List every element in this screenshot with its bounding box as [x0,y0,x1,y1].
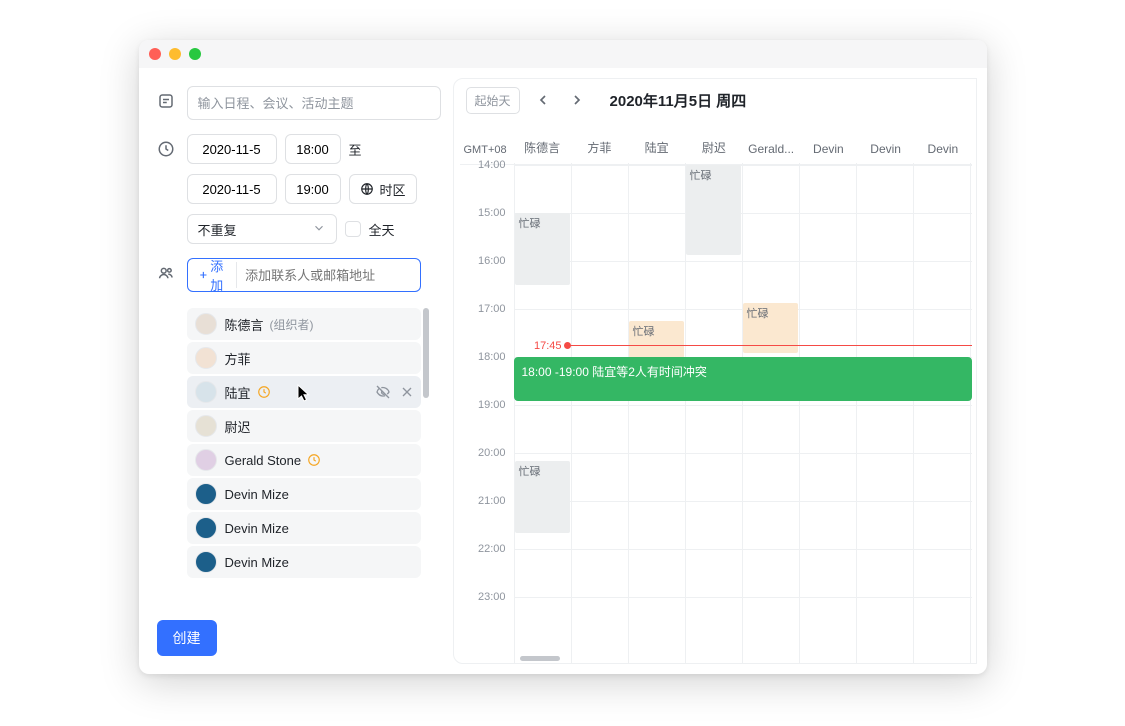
allday-label: 全天 [369,220,395,239]
create-button[interactable]: 创建 [157,620,217,656]
person-item[interactable]: 尉迟 [187,410,421,442]
avatar [195,381,217,403]
hour-label: 14:00 [478,159,506,171]
to-label: 至 [349,140,362,159]
person-name: Devin Mize [225,487,289,502]
person-item[interactable]: Devin Mize [187,546,421,578]
clock-icon [157,140,175,158]
add-contact-button[interactable]: 添加 [192,262,238,288]
avatar [195,449,217,471]
start-day-button[interactable]: 起始天 [466,87,520,114]
person-item[interactable]: Gerald Stone [187,444,421,476]
calendar-date-title: 2020年11月5日 周四 [610,90,747,111]
timezone-button[interactable]: 时区 [349,174,417,204]
remove-icon[interactable] [399,384,415,400]
busy-block: 忙碌 [515,461,570,533]
person-item[interactable]: 陆宜 [187,376,421,408]
hour-label: 20:00 [478,447,506,459]
horizontal-scrollbar[interactable] [520,656,560,661]
people-scrollbar[interactable] [423,308,429,398]
prev-day-button[interactable] [532,89,554,111]
person-item[interactable]: Devin Mize [187,478,421,510]
subject-icon [157,92,175,110]
window-zoom-button[interactable] [189,48,201,60]
column-header: 尉迟 [685,139,742,156]
person-name: Devin Mize [225,555,289,570]
column-header: 方菲 [571,139,628,156]
avatar [195,551,217,573]
next-day-button[interactable] [566,89,588,111]
contact-bar[interactable]: 添加 [187,258,421,292]
busy-block: 忙碌 [686,165,741,255]
people-list: 陈德言 (组织者) 方菲陆宜尉迟 Gerald Stone Devin Mize Devi… [187,308,421,594]
busy-block: 忙碌 [515,213,570,285]
now-indicator: 17:45 [568,345,972,346]
avatar [195,347,217,369]
allday-checkbox[interactable] [345,221,361,237]
date-from-input[interactable] [187,134,277,164]
contact-input[interactable] [239,262,415,288]
time-from-input[interactable] [285,134,341,164]
timezone-label: GMT+08 [460,144,514,156]
hour-label: 16:00 [478,255,506,267]
person-item[interactable]: 方菲 [187,342,421,374]
person-tag: (组织者) [270,316,314,333]
column-header: Devin [857,142,914,156]
app-window: 至 时区 不重复 [139,40,987,674]
person-name: Devin Mize [225,521,289,536]
new-event-block[interactable]: 18:00 -19:00 陆宜等2人有时间冲突 [514,357,972,401]
hour-label: 21:00 [478,495,506,507]
hour-label: 15:00 [478,207,506,219]
titlebar [139,40,987,68]
column-header: 陈德言 [514,139,571,156]
hour-label: 19:00 [478,399,506,411]
calendar-header: 起始天 2020年11月5日 周四 [454,79,976,121]
avatar [195,517,217,539]
busy-clock-icon [307,453,321,467]
person-name: 陆宜 [225,383,251,402]
person-name: 陈德言 [225,315,264,334]
people-icon [157,264,175,282]
hour-label: 23:00 [478,591,506,603]
repeat-select[interactable]: 不重复 [187,214,337,244]
person-name: Gerald Stone [225,453,302,468]
event-form-pane: 至 时区 不重复 [139,68,449,674]
avatar [195,313,217,335]
window-close-button[interactable] [149,48,161,60]
hour-label: 17:00 [478,303,506,315]
subject-input[interactable] [187,86,441,120]
chevron-down-icon [312,221,326,238]
busy-clock-icon [257,385,271,399]
person-name: 尉迟 [225,417,251,436]
person-item[interactable]: Devin Mize [187,512,421,544]
column-header: 陆宜 [628,139,685,156]
window-minimize-button[interactable] [169,48,181,60]
availability-pane: 起始天 2020年11月5日 周四 GMT+08陈德言方菲陆宜尉迟Gerald.… [453,78,977,664]
hour-label: 18:00 [478,351,506,363]
person-name: 方菲 [225,349,251,368]
person-item[interactable]: 陈德言 (组织者) [187,308,421,340]
column-header: Devin [914,142,971,156]
hour-label: 22:00 [478,543,506,555]
time-to-input[interactable] [285,174,341,204]
column-header: Devin [800,142,857,156]
date-to-input[interactable] [187,174,277,204]
column-header: Gerald... [743,142,800,156]
avatar [195,483,217,505]
hide-icon[interactable] [375,384,391,400]
avatar [195,415,217,437]
